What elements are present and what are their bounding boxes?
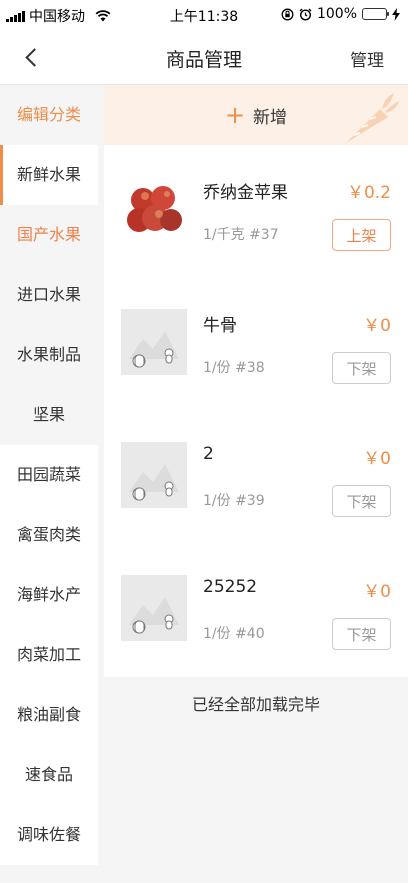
sidebar-item-imported-fruit[interactable]: 进口水果 bbox=[0, 265, 98, 325]
category-sidebar: 编辑分类 新鲜水果 国产水果 进口水果 水果制品 坚果 田园蔬菜 禽蛋肉类 海鲜… bbox=[0, 85, 98, 883]
product-price: ￥0 bbox=[363, 316, 391, 336]
manage-button[interactable]: 管理 bbox=[350, 46, 384, 71]
plus-icon: + bbox=[224, 101, 246, 129]
product-price: ￥0 bbox=[363, 449, 391, 469]
sidebar-item-vegetables[interactable]: 田园蔬菜 bbox=[0, 445, 98, 505]
battery-percent: 100% bbox=[316, 6, 357, 22]
product-name: 牛骨 bbox=[203, 316, 237, 336]
sidebar-item-nuts[interactable]: 坚果 bbox=[0, 385, 98, 445]
product-card[interactable]: 2 1/份 #39 ￥0 下架 bbox=[104, 411, 408, 544]
product-name: 25252 bbox=[203, 577, 258, 597]
sidebar-item-seasoning[interactable]: 调味佐餐 bbox=[0, 805, 98, 865]
page-title: 商品管理 bbox=[165, 49, 242, 71]
sidebar-item-domestic-fruit[interactable]: 国产水果 bbox=[0, 205, 98, 265]
product-meta: 1/份 #39 bbox=[203, 493, 265, 509]
sidebar-item-seafood[interactable]: 海鲜水产 bbox=[0, 565, 98, 625]
placeholder-image bbox=[121, 575, 187, 641]
sidebar-item-poultry-meat[interactable]: 禽蛋肉类 bbox=[0, 505, 98, 565]
carrot-icon bbox=[346, 93, 399, 143]
orientation-lock-icon bbox=[281, 8, 294, 20]
product-meta: 1/份 #40 bbox=[203, 626, 265, 642]
take-off-shelf-button[interactable]: 下架 bbox=[332, 352, 391, 384]
product-meta: 1/份 #38 bbox=[203, 360, 265, 376]
status-bar: 中国移动 上午11:38 100% bbox=[0, 0, 408, 30]
product-price: ￥0.2 bbox=[346, 183, 391, 203]
status-right: 100% bbox=[281, 6, 400, 22]
placeholder-image bbox=[121, 442, 187, 508]
product-meta: 1/千克 #37 bbox=[203, 227, 279, 243]
product-panel: + 新增 乔纳金苹果 1/千克 #37 ￥0.2 上架 牛骨 1/份 #38 ￥… bbox=[104, 85, 408, 883]
placeholder-image-icon bbox=[129, 464, 179, 501]
sidebar-item-instant-food[interactable]: 速食品 bbox=[0, 745, 98, 805]
charging-icon bbox=[392, 7, 400, 21]
product-list: 乔纳金苹果 1/千克 #37 ￥0.2 上架 牛骨 1/份 #38 ￥0 下架 bbox=[104, 145, 408, 677]
product-name: 2 bbox=[203, 444, 214, 464]
product-price: ￥0 bbox=[363, 582, 391, 602]
placeholder-image-icon bbox=[129, 331, 179, 368]
take-off-shelf-button[interactable]: 下架 bbox=[332, 618, 391, 650]
nav-bar: 商品管理 管理 bbox=[0, 30, 408, 85]
battery-icon bbox=[362, 8, 389, 20]
product-card[interactable]: 牛骨 1/份 #38 ￥0 下架 bbox=[104, 278, 408, 411]
add-product-label: 新增 bbox=[253, 107, 288, 128]
product-card[interactable]: 乔纳金苹果 1/千克 #37 ￥0.2 上架 bbox=[104, 145, 408, 278]
sidebar-item-processed-meat[interactable]: 肉菜加工 bbox=[0, 625, 98, 685]
placeholder-image-icon bbox=[129, 597, 179, 634]
product-card[interactable]: 25252 1/份 #40 ￥0 下架 bbox=[104, 544, 408, 677]
sidebar-item-grain-oil[interactable]: 粮油副食 bbox=[0, 685, 98, 745]
take-off-shelf-button[interactable]: 下架 bbox=[332, 485, 391, 517]
sidebar-item-fruit-products[interactable]: 水果制品 bbox=[0, 325, 98, 385]
add-product-button[interactable]: + 新增 bbox=[104, 85, 408, 145]
load-complete-text: 已经全部加载完毕 bbox=[191, 695, 320, 714]
apple-photo bbox=[121, 176, 187, 242]
list-on-shelf-button[interactable]: 上架 bbox=[332, 219, 391, 251]
sidebar-item-fresh-fruit[interactable]: 新鲜水果 bbox=[0, 145, 98, 205]
apple-image bbox=[127, 186, 182, 232]
alarm-icon bbox=[299, 8, 312, 21]
edit-category-button[interactable]: 编辑分类 bbox=[0, 85, 98, 145]
product-name: 乔纳金苹果 bbox=[203, 183, 288, 203]
placeholder-image bbox=[121, 309, 187, 375]
